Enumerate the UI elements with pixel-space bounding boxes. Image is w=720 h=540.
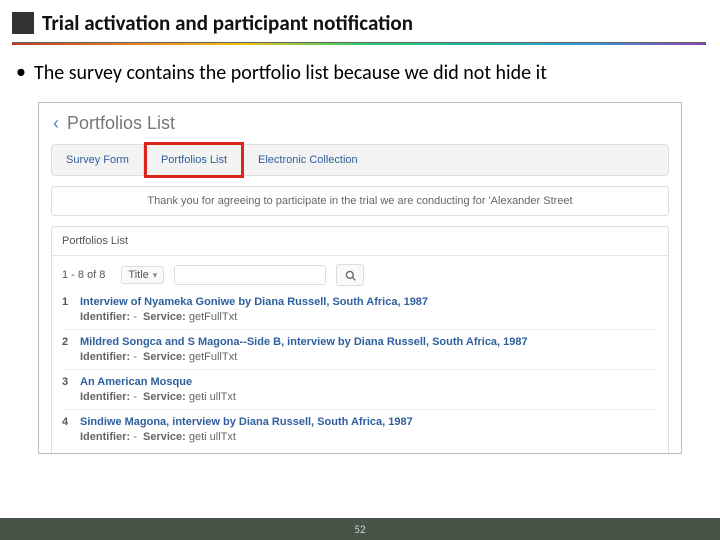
chevron-left-icon[interactable]: ‹ [53,113,59,134]
portfolios-panel: Portfolios List 1 - 8 of 8 Title ▾ 1 Inte… [51,226,669,454]
embedded-screenshot: ‹ Portfolios List Survey Form Portfolios… [38,102,682,454]
list-item[interactable]: 2 Mildred Songca and S Magona--Side B, in… [62,329,658,369]
tab-portfolios-list[interactable]: Portfolios List [144,142,244,178]
row-title[interactable]: Sindiwe Magona, interview by Diana Russe… [80,416,413,428]
list-item[interactable]: 1 Interview of Nyameka Goniwe by Diana Ru… [62,290,658,329]
tab-survey-form[interactable]: Survey Form [52,145,144,175]
slide-title: Trial activation and participant notific… [42,10,413,36]
row-number: 2 [62,336,72,348]
row-title[interactable]: Mildred Songca and S Magona--Side B, int… [80,336,528,348]
row-number: 3 [62,376,72,388]
thank-you-banner: Thank you for agreeing to participate in… [51,186,669,216]
title-bullet-block [12,12,34,34]
tab-bar: Survey Form Portfolios List Electronic C… [51,144,669,176]
slide-title-row: Trial activation and participant notific… [0,0,720,42]
tab-electronic-collection[interactable]: Electronic Collection [244,145,372,175]
sort-field-label: Title [128,269,148,281]
row-title[interactable]: An American Mosque [80,376,192,388]
result-count: 1 - 8 of 8 [62,269,105,281]
search-button[interactable] [336,264,364,286]
list-item[interactable]: 4 Sindiwe Magona, interview by Diana Russ… [62,409,658,449]
portfolio-rows: 1 Interview of Nyameka Goniwe by Diana Ru… [52,290,668,454]
search-input[interactable] [174,265,326,285]
list-toolbar: 1 - 8 of 8 Title ▾ [52,256,668,290]
row-number: 4 [62,416,72,428]
search-icon [345,270,356,281]
sort-dropdown[interactable]: Title ▾ [121,266,164,284]
breadcrumb[interactable]: ‹ Portfolios List [39,103,681,142]
row-meta: Identifier: - Service: getFullTxt [62,311,658,323]
row-meta: Identifier: - Service: getFullTxt [62,351,658,363]
page-number: 52 [354,523,365,536]
list-item[interactable]: 3 An American Mosque Identifier: - Servic… [62,369,658,409]
bullet-text: The survey contains the portfolio list b… [0,45,720,98]
caret-down-icon: ▾ [153,270,158,281]
panel-header: Portfolios List [52,227,668,256]
breadcrumb-label: Portfolios List [67,113,175,134]
row-title[interactable]: Interview of Nyameka Goniwe by Diana Rus… [80,296,428,308]
row-number: 1 [62,296,72,308]
row-meta: Identifier: - Service: geti ullTxt [62,391,658,403]
row-meta: Identifier: - Service: geti ullTxt [62,431,658,443]
